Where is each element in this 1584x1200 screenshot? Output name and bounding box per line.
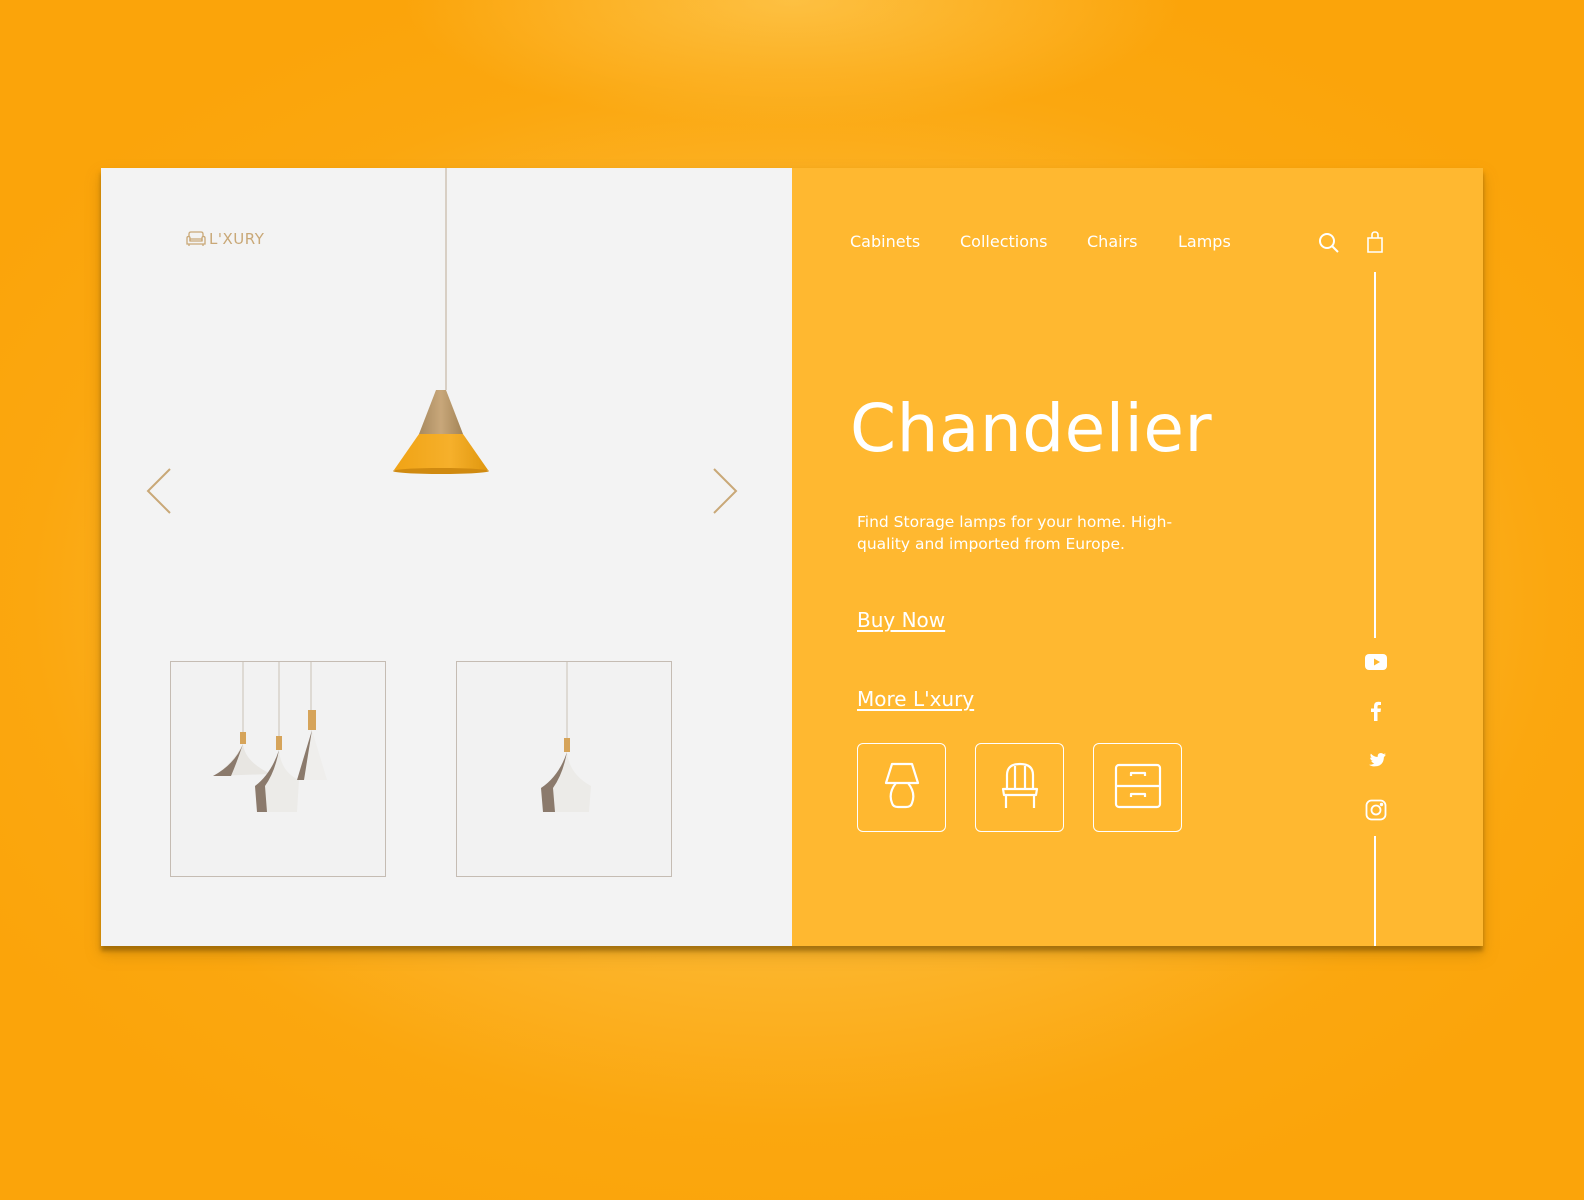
nav-item-chairs[interactable]: Chairs (1087, 232, 1137, 251)
thumbnail-three-pendant-lamps[interactable] (170, 661, 386, 877)
product-info-panel: Cabinets Collections Chairs Lamps Chande… (792, 168, 1483, 946)
instagram-link[interactable] (1364, 798, 1388, 822)
landing-card: L'XURY Cabinets Collections Chairs Lamps… (101, 168, 1483, 946)
product-title: Chandelier (850, 390, 1213, 467)
chair-icon (998, 761, 1042, 815)
category-lamps-button[interactable] (857, 743, 946, 832)
buy-now-link[interactable]: Buy Now (857, 608, 945, 632)
divider-line (1374, 272, 1376, 638)
facebook-icon (1364, 701, 1388, 727)
product-gallery-panel: L'XURY (101, 168, 792, 946)
twitter-icon (1364, 753, 1388, 777)
chevron-left-icon (145, 468, 173, 519)
nav-item-collections[interactable]: Collections (960, 232, 1047, 251)
instagram-icon (1364, 799, 1388, 826)
product-description: Find Storage lamps for your home. High-q… (857, 513, 1173, 553)
youtube-link[interactable] (1364, 650, 1388, 674)
brand-name: L'XURY (209, 230, 265, 248)
carousel-next-button[interactable] (711, 467, 739, 519)
cart-button[interactable] (1364, 230, 1386, 258)
search-button[interactable] (1318, 232, 1340, 258)
brand-logo[interactable]: L'XURY (185, 230, 264, 248)
facebook-link[interactable] (1364, 699, 1388, 723)
youtube-icon (1364, 654, 1388, 678)
table-lamp-icon (880, 761, 924, 815)
more-luxury-link[interactable]: More L'xury (857, 687, 974, 711)
nav-item-cabinets[interactable]: Cabinets (850, 232, 920, 251)
chevron-right-icon (711, 468, 739, 519)
nav-item-lamps[interactable]: Lamps (1178, 232, 1231, 251)
carousel-prev-button[interactable] (145, 467, 173, 519)
armchair-icon (185, 230, 207, 248)
lamp-cord (445, 168, 447, 390)
category-cabinets-button[interactable] (1093, 743, 1182, 832)
category-chairs-button[interactable] (975, 743, 1064, 832)
twitter-link[interactable] (1364, 749, 1388, 773)
drawer-cabinet-icon (1113, 762, 1163, 814)
shopping-bag-icon (1364, 231, 1386, 258)
search-icon (1318, 233, 1340, 258)
thumbnail-single-pendant-lamp[interactable] (456, 661, 672, 877)
divider-line-bottom (1374, 836, 1376, 946)
featured-lamp-image (391, 386, 491, 482)
